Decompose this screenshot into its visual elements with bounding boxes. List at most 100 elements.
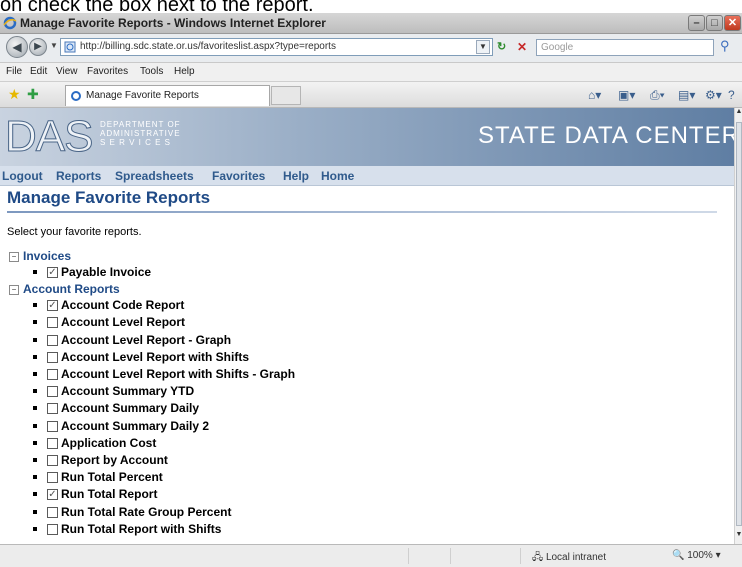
vertical-scrollbar[interactable]: ▲ ▼ [734, 108, 742, 544]
report-label: Application Cost [61, 435, 157, 450]
scroll-thumb[interactable] [736, 122, 742, 526]
report-label: Account Summary Daily 2 [61, 418, 210, 433]
bullet-icon [33, 440, 37, 445]
report-checkbox[interactable]: ✓ [47, 267, 58, 278]
page-menu-icon[interactable]: ▤▾ [678, 88, 695, 102]
report-label: Report by Account [61, 453, 168, 467]
bullet-icon [33, 492, 37, 497]
tab-label: Manage Favorite Reports [86, 90, 199, 101]
report-checkbox[interactable] [47, 386, 58, 398]
history-dropdown-icon[interactable]: ▼ [50, 41, 58, 50]
menu-tools[interactable]: Tools [140, 66, 163, 77]
bullet-icon [33, 337, 37, 342]
report-group[interactable]: − Account Reports [9, 282, 120, 296]
tab-manage-favorite-reports[interactable]: Manage Favorite Reports [65, 85, 270, 106]
report-label: Account Summary Daily [61, 401, 200, 416]
bullet-icon [33, 458, 37, 462]
window-title: Manage Favorite Reports - Windows Intern… [20, 16, 326, 30]
status-divider [408, 548, 409, 564]
report-checkbox[interactable] [47, 351, 58, 363]
report-checkbox[interactable] [47, 472, 58, 484]
title-divider [7, 211, 717, 213]
site-heading: STATE DATA CENTER [478, 122, 734, 149]
bullet-icon [33, 303, 37, 308]
address-input[interactable]: http://billing.sdc.state.or.us/favorites… [60, 38, 493, 56]
report-checkbox[interactable] [47, 334, 58, 346]
forward-button[interactable]: ▶ [29, 38, 47, 56]
report-label: Run Total Rate Group Percent [61, 504, 232, 519]
bullet-icon [33, 423, 37, 428]
bullet-icon [33, 475, 37, 480]
menu-bar: File Edit View Favorites Tools Help [0, 63, 742, 82]
browser-window: Manage Favorite Reports - Windows Intern… [0, 13, 742, 567]
maximize-button[interactable]: □ [706, 15, 723, 31]
search-icon[interactable]: ⚲ [720, 38, 730, 54]
favorites-star-icon[interactable]: ★ [8, 86, 21, 103]
title-bar: Manage Favorite Reports - Windows Intern… [0, 13, 742, 34]
print-icon[interactable]: ⎙▾ [650, 88, 665, 103]
dept-line-1: DEPARTMENT OF [100, 120, 181, 129]
status-divider [450, 548, 451, 564]
bullet-icon [33, 509, 37, 514]
site-banner: DAS DEPARTMENT OF ADMINISTRATIVE S E R V… [0, 108, 734, 166]
report-checkbox[interactable] [47, 317, 58, 329]
menu-edit[interactable]: Edit [30, 66, 47, 77]
nav-logout[interactable]: Logout [2, 169, 43, 183]
minimize-button[interactable]: – [688, 15, 705, 31]
dept-line-3: S E R V I C E S [100, 138, 172, 147]
report-checkbox[interactable] [47, 437, 58, 449]
arrow-right-icon: ▶ [34, 41, 42, 52]
arrow-left-icon: ◀ [12, 40, 22, 54]
nav-help[interactable]: Help [283, 169, 309, 183]
report-label: Run Total Report [61, 487, 158, 502]
report-checkbox[interactable] [47, 369, 58, 380]
report-label: Run Total Percent [61, 470, 163, 485]
help-menu-icon[interactable]: ? [728, 88, 735, 102]
site-navigation: Logout Reports Spreadsheets Favorites He… [0, 166, 734, 186]
zoom-control[interactable]: 🔍 100% ▾ [672, 550, 721, 561]
bullet-icon [33, 320, 37, 325]
bullet-icon [33, 372, 37, 376]
address-dropdown-button[interactable]: ▼ [476, 40, 490, 54]
menu-favorites[interactable]: Favorites [87, 66, 128, 77]
new-tab-button[interactable] [271, 86, 301, 105]
tools-menu-icon[interactable]: ⚙▾ [705, 88, 722, 102]
zoom-level: 100% [687, 550, 713, 561]
security-zone: 🖧 Local intranet [532, 552, 606, 563]
report-group[interactable]: − Invoices [9, 249, 71, 263]
status-divider [520, 548, 521, 564]
collapse-icon[interactable]: − [9, 252, 19, 262]
report-checkbox[interactable] [47, 420, 58, 432]
feeds-icon[interactable]: ▣▾ [618, 88, 635, 102]
report-label: Account Level Report - Graph [61, 332, 232, 347]
report-label: Run Total Report with Shifts [61, 521, 222, 536]
menu-view[interactable]: View [56, 66, 78, 77]
report-checkbox[interactable]: ✓ [47, 300, 58, 312]
report-checkbox[interactable] [47, 523, 58, 535]
report-checkbox[interactable] [47, 455, 58, 466]
nav-spreadsheets[interactable]: Spreadsheets [115, 169, 194, 183]
refresh-icon[interactable]: ↻ [497, 40, 513, 54]
nav-favorites[interactable]: Favorites [212, 169, 265, 183]
search-input[interactable]: Google [536, 39, 714, 56]
report-checkbox[interactable]: ✓ [47, 489, 58, 501]
stop-icon[interactable]: ✕ [517, 40, 531, 54]
close-button[interactable]: ✕ [724, 15, 741, 31]
menu-file[interactable]: File [6, 66, 22, 77]
report-label: Account Level Report with Shifts [61, 349, 250, 364]
collapse-icon[interactable]: − [9, 285, 19, 296]
report-checkbox[interactable] [47, 403, 58, 415]
back-button[interactable]: ◀ [6, 36, 28, 58]
add-favorites-icon[interactable]: ✚ [27, 86, 39, 103]
page-icon [71, 91, 81, 101]
report-checkbox[interactable] [47, 506, 58, 518]
nav-home[interactable]: Home [321, 169, 354, 183]
scroll-up-icon[interactable]: ▲ [735, 108, 742, 120]
department-name: DEPARTMENT OF ADMINISTRATIVE S E R V I C… [100, 120, 181, 147]
scroll-down-icon[interactable]: ▼ [735, 531, 742, 543]
home-icon[interactable]: ⌂▾ [588, 88, 601, 102]
menu-help[interactable]: Help [174, 66, 195, 77]
bullet-icon [33, 270, 37, 274]
internet-explorer-icon [3, 16, 17, 30]
nav-reports[interactable]: Reports [56, 169, 101, 183]
